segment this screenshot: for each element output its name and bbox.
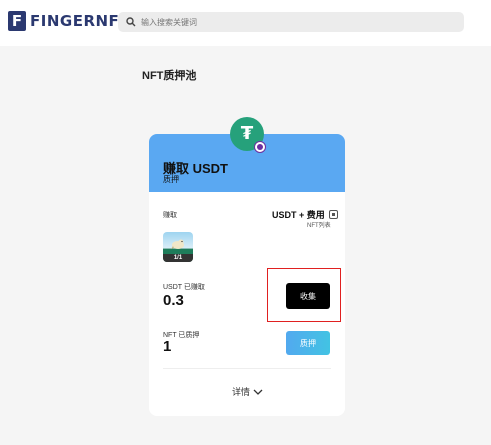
- search-input[interactable]: [141, 17, 464, 27]
- brand-mark-icon: F: [8, 11, 26, 31]
- page-title: NFT质押池: [142, 70, 197, 82]
- nft-count: 1/1: [163, 254, 193, 262]
- brand-name: FINGERNFT: [30, 12, 131, 30]
- collect-button[interactable]: 收集: [286, 283, 330, 309]
- nft-list-icon[interactable]: [328, 210, 338, 219]
- pool-subtitle: 质押: [163, 175, 179, 184]
- nft-list-link[interactable]: NFT列表: [307, 220, 331, 229]
- brand-logo[interactable]: F FINGERNFT: [8, 11, 130, 31]
- stake-button[interactable]: 质押: [286, 331, 330, 355]
- search-icon: [121, 12, 141, 32]
- staked-value: 1: [163, 338, 172, 355]
- token-avatar: ₮: [230, 117, 266, 153]
- nft-thumbnail[interactable]: 1/1: [163, 232, 193, 262]
- earned-value: 0.3: [163, 292, 184, 309]
- details-toggle[interactable]: 详情: [232, 385, 263, 398]
- nft-artwork: [171, 239, 184, 249]
- divider: [163, 368, 331, 369]
- earn-label: 赚取: [163, 212, 177, 219]
- search-bar[interactable]: [118, 12, 464, 32]
- chevron-down-icon: [253, 389, 263, 395]
- earned-label: USDT 已赚取: [163, 284, 205, 291]
- details-label: 详情: [232, 387, 251, 397]
- top-bar: F FINGERNFT: [0, 0, 491, 46]
- settings-badge-icon: [254, 141, 266, 153]
